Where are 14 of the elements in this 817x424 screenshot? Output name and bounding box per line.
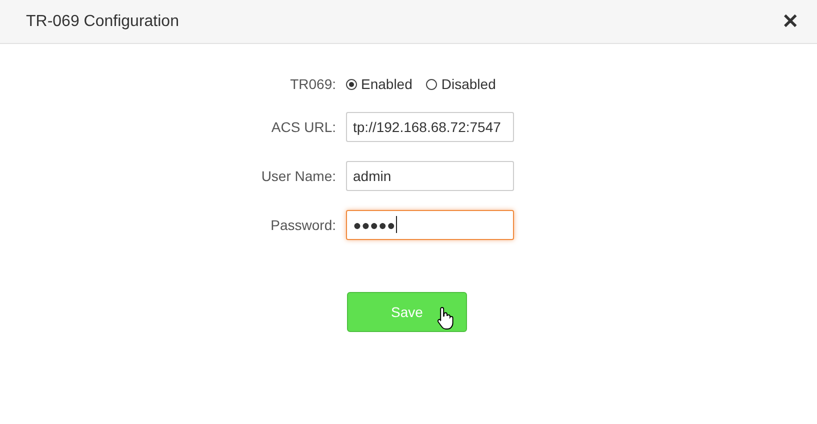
input-field[interactable]: ●●●●● <box>346 210 514 240</box>
tr069-label: TR069: <box>290 76 336 92</box>
input-field[interactable]: tp://192.168.68.72:7547 <box>346 112 514 142</box>
hand-cursor-icon <box>437 306 455 330</box>
field-label: User Name: <box>261 166 336 186</box>
dialog-title: TR-069 Configuration <box>26 12 179 30</box>
radio-label[interactable]: Enabled <box>361 76 412 92</box>
radio-button[interactable] <box>426 78 438 90</box>
radio-button[interactable] <box>346 78 357 90</box>
input-field[interactable]: admin <box>346 160 514 190</box>
close-button[interactable]: ✕ <box>782 12 799 32</box>
field-label: Password: <box>270 216 336 234</box>
radio-label[interactable]: Disabled <box>441 76 496 92</box>
field-label: ACS URL: <box>271 118 336 136</box>
